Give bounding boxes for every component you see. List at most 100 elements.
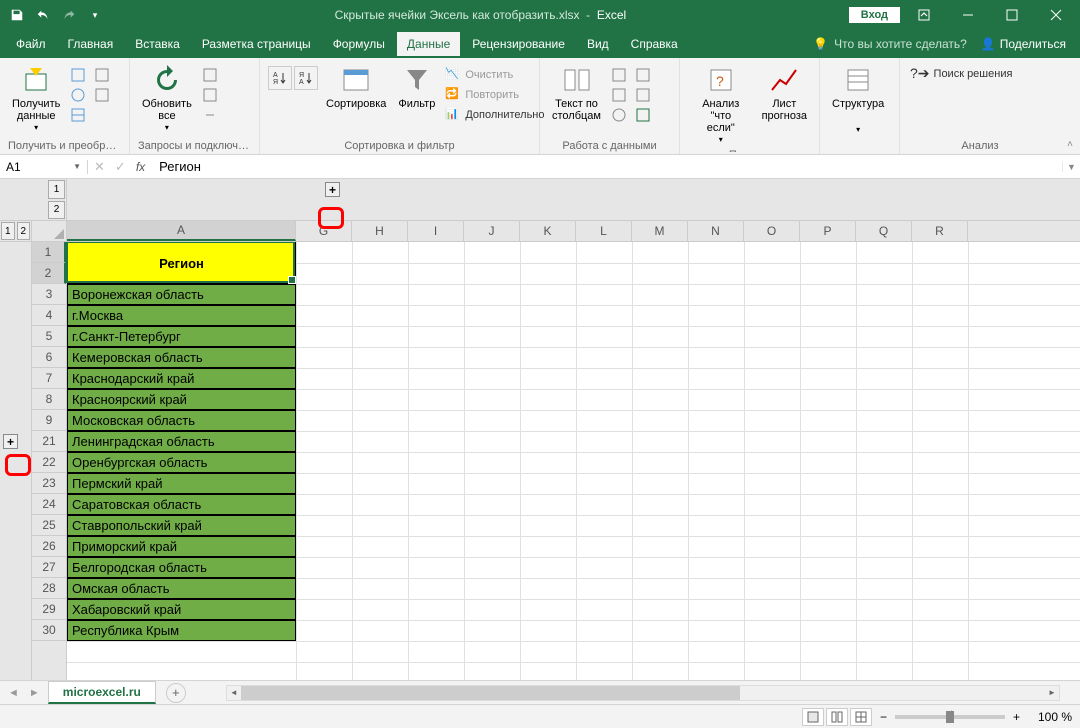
sort-az-icon[interactable]: АЯ	[268, 66, 292, 90]
solver-button[interactable]: ?➔ Поиск решения	[908, 64, 1014, 83]
col-level-1[interactable]: 1	[48, 180, 65, 199]
column-header[interactable]: P	[800, 221, 856, 241]
get-data-button[interactable]: Получить данные▾	[8, 62, 64, 135]
advanced-filter-button[interactable]: 📊Дополнительно	[443, 106, 546, 124]
tab-help[interactable]: Справка	[621, 32, 688, 56]
col-level-2[interactable]: 2	[48, 201, 65, 220]
row-header[interactable]: 6	[32, 347, 66, 368]
tab-file[interactable]: Файл	[6, 32, 56, 56]
column-header[interactable]: G	[296, 221, 352, 241]
column-header[interactable]: R	[912, 221, 968, 241]
data-cell[interactable]: г.Москва	[67, 305, 296, 326]
sheet-nav-prev-icon[interactable]: ◄	[8, 687, 19, 699]
share-button[interactable]: 👤 Поделиться	[973, 33, 1074, 55]
filter-button[interactable]: Фильтр	[394, 62, 439, 112]
from-web-icon[interactable]	[68, 86, 88, 104]
row-header[interactable]: 24	[32, 494, 66, 515]
scroll-left-icon[interactable]: ◄	[227, 686, 241, 700]
page-break-icon[interactable]	[850, 708, 872, 726]
column-header[interactable]: H	[352, 221, 408, 241]
row-header[interactable]: 3	[32, 284, 66, 305]
minimize-icon[interactable]	[948, 0, 988, 30]
maximize-icon[interactable]	[992, 0, 1032, 30]
horizontal-scrollbar[interactable]: ◄ ►	[226, 685, 1060, 701]
row-header[interactable]: 22	[32, 452, 66, 473]
expand-rows-button[interactable]: +	[3, 434, 18, 449]
from-table-icon[interactable]	[68, 106, 88, 124]
column-header[interactable]: J	[464, 221, 520, 241]
tab-view[interactable]: Вид	[577, 32, 619, 56]
login-button[interactable]: Вход	[849, 7, 900, 23]
save-icon[interactable]	[6, 4, 28, 26]
row-header[interactable]: 27	[32, 557, 66, 578]
qat-dropdown-icon[interactable]: ▾	[84, 4, 106, 26]
data-cell[interactable]: Саратовская область	[67, 494, 296, 515]
chevron-down-icon[interactable]: ▼	[73, 162, 81, 171]
cells-grid[interactable]: РегионВоронежская областьг.Москваг.Санкт…	[67, 242, 1080, 680]
row-header[interactable]: 30	[32, 620, 66, 641]
data-cell[interactable]: Омская область	[67, 578, 296, 599]
close-icon[interactable]	[1036, 0, 1076, 30]
enter-icon[interactable]: ✓	[115, 159, 126, 175]
outline-button[interactable]: Структура▾	[828, 62, 888, 137]
tab-review[interactable]: Рецензирование	[462, 32, 575, 56]
formula-input[interactable]: Регион	[151, 159, 1062, 174]
cancel-icon[interactable]: ✕	[94, 159, 105, 175]
data-cell[interactable]: Ставропольский край	[67, 515, 296, 536]
recent-sources-icon[interactable]	[92, 66, 112, 84]
refresh-all-button[interactable]: Обновить все▾	[138, 62, 196, 135]
fx-icon[interactable]: fx	[136, 160, 145, 174]
from-text-icon[interactable]	[68, 66, 88, 84]
tab-layout[interactable]: Разметка страницы	[192, 32, 321, 56]
column-header[interactable]: I	[408, 221, 464, 241]
data-cell[interactable]: Хабаровский край	[67, 599, 296, 620]
reapply-button[interactable]: 🔁Повторить	[443, 86, 546, 104]
normal-view-icon[interactable]	[802, 708, 824, 726]
ribbon-options-icon[interactable]	[904, 0, 944, 30]
data-cell[interactable]: Ленинградская область	[67, 431, 296, 452]
page-layout-icon[interactable]	[826, 708, 848, 726]
scroll-thumb[interactable]	[241, 686, 740, 700]
column-header[interactable]: O	[744, 221, 800, 241]
name-box[interactable]: A1▼	[0, 160, 88, 174]
existing-conn-icon[interactable]	[92, 86, 112, 104]
data-cell[interactable]: Красноярский край	[67, 389, 296, 410]
flash-fill-icon[interactable]	[609, 66, 629, 84]
scroll-right-icon[interactable]: ►	[1045, 686, 1059, 700]
row-level-2[interactable]: 2	[17, 222, 31, 240]
row-header[interactable]: 1	[32, 242, 66, 263]
row-header[interactable]: 2	[32, 263, 66, 284]
row-header[interactable]: 28	[32, 578, 66, 599]
tell-me-input[interactable]: 💡 Что вы хотите сделать?	[813, 37, 967, 51]
header-cell[interactable]: Регион	[67, 242, 296, 284]
data-cell[interactable]: Воронежская область	[67, 284, 296, 305]
tab-formulas[interactable]: Формулы	[323, 32, 395, 56]
data-cell[interactable]: г.Санкт-Петербург	[67, 326, 296, 347]
text-to-columns-button[interactable]: Текст по столбцам	[548, 62, 605, 124]
properties-icon[interactable]	[200, 86, 220, 104]
sort-button[interactable]: Сортировка	[322, 62, 390, 112]
row-header[interactable]: 5	[32, 326, 66, 347]
forecast-sheet-button[interactable]: Лист прогноза	[758, 62, 811, 124]
sheet-nav-next-icon[interactable]: ►	[29, 687, 40, 699]
column-header[interactable]: K	[520, 221, 576, 241]
clear-filter-button[interactable]: 📉Очистить	[443, 66, 546, 84]
queries-icon[interactable]	[200, 66, 220, 84]
add-sheet-button[interactable]: +	[166, 683, 186, 703]
sheet-tab[interactable]: microexcel.ru	[48, 681, 156, 704]
row-header[interactable]: 7	[32, 368, 66, 389]
row-header[interactable]: 26	[32, 536, 66, 557]
column-header[interactable]: M	[632, 221, 688, 241]
expand-columns-button[interactable]: +	[325, 182, 340, 197]
data-cell[interactable]: Приморский край	[67, 536, 296, 557]
tab-home[interactable]: Главная	[58, 32, 124, 56]
undo-icon[interactable]	[32, 4, 54, 26]
zoom-slider[interactable]	[895, 715, 1005, 719]
column-header[interactable]: N	[688, 221, 744, 241]
sort-za-icon[interactable]: ЯА	[294, 66, 318, 90]
column-header[interactable]: Q	[856, 221, 912, 241]
tab-insert[interactable]: Вставка	[125, 32, 190, 56]
expand-formula-icon[interactable]: ▼	[1062, 162, 1080, 172]
data-cell[interactable]: Пермский край	[67, 473, 296, 494]
collapse-ribbon-icon[interactable]: ˄	[1060, 58, 1080, 154]
